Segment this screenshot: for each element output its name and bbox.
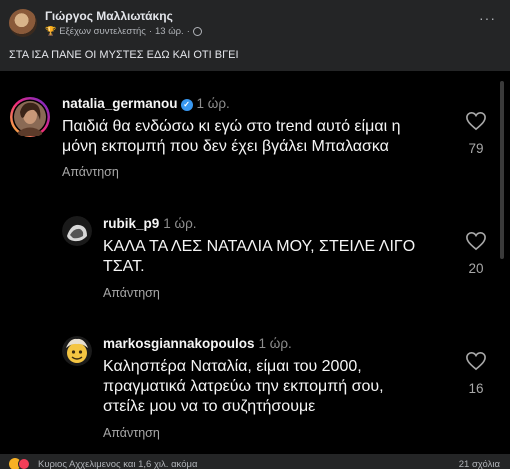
reply-button[interactable]: Απάντηση: [62, 165, 119, 179]
reply-button[interactable]: Απάντηση: [103, 286, 160, 300]
post-text: ΣΤΑ ΙΣΑ ΠΑΝΕ ΟΙ ΜΥΣΤΕΣ ΕΔΩ ΚΑΙ ΟΤΙ ΒΓΕΙ: [9, 49, 239, 61]
comment-text: ΚΑΛΑ ΤΑ ΛΕΣ ΝΑΤΑΛΙΑ ΜΟΥ, ΣΤΕΙΛΕ ΛΙΓΟ ΤΣΑ…: [103, 238, 416, 275]
trophy-icon: 🏆: [45, 26, 57, 36]
reactions-icon[interactable]: [9, 458, 33, 469]
post-meta: 🏆 Εξέχων συντελεστής · 13 ώρ. ·: [45, 26, 202, 37]
comment-text: Παιδιά θα ενδώσω κι εγώ στο trend αυτό ε…: [62, 118, 401, 155]
author-badge[interactable]: Εξέχων συντελεστής: [59, 26, 146, 37]
avatar[interactable]: [9, 96, 51, 138]
post-footer: Κυριος Αχχελιμενος και 1,6 χιλ. ακόμα 21…: [0, 455, 510, 469]
author-avatar[interactable]: [9, 9, 37, 37]
avatar[interactable]: [62, 336, 92, 366]
more-options-icon[interactable]: ···: [479, 10, 496, 26]
globe-icon: [192, 27, 202, 36]
heart-icon[interactable]: [465, 231, 487, 251]
scrollbar: [500, 81, 504, 259]
comments-count[interactable]: 21 σχόλια: [459, 459, 500, 469]
comment-text: Καλησπέρα Ναταλία, είμαι του 2000, πραγμ…: [103, 358, 384, 415]
post-time[interactable]: 13 ώρ.: [155, 26, 184, 37]
reactions-summary[interactable]: Κυριος Αχχελιμενος και 1,6 χιλ. ακόμα: [38, 459, 197, 469]
love-reaction-icon: [18, 458, 30, 469]
post-header: Γιώργος Μαλλιωτάκης 🏆 Εξέχων συντελεστής…: [0, 0, 510, 70]
like-count: 79: [468, 141, 484, 156]
author-name[interactable]: Γιώργος Μαλλιωτάκης: [45, 9, 173, 23]
avatar[interactable]: [62, 216, 92, 246]
reply-button[interactable]: Απάντηση: [103, 426, 160, 440]
heart-icon[interactable]: [465, 111, 487, 131]
verified-badge-icon: ✓: [180, 99, 193, 111]
like-count: 20: [468, 261, 484, 276]
like-count: 16: [468, 381, 484, 396]
post-image[interactable]: natalia_germanou ✓ 1 ώρ. Παιδιά θα ενδώσω …: [0, 71, 510, 454]
heart-icon[interactable]: [465, 351, 487, 371]
comment-username[interactable]: natalia_germanou ✓ 1 ώρ.: [62, 96, 230, 111]
comment-username[interactable]: rubik_p9 1 ώρ.: [103, 216, 197, 231]
comment-username[interactable]: markosgiannakopoulos 1 ώρ.: [103, 336, 292, 351]
